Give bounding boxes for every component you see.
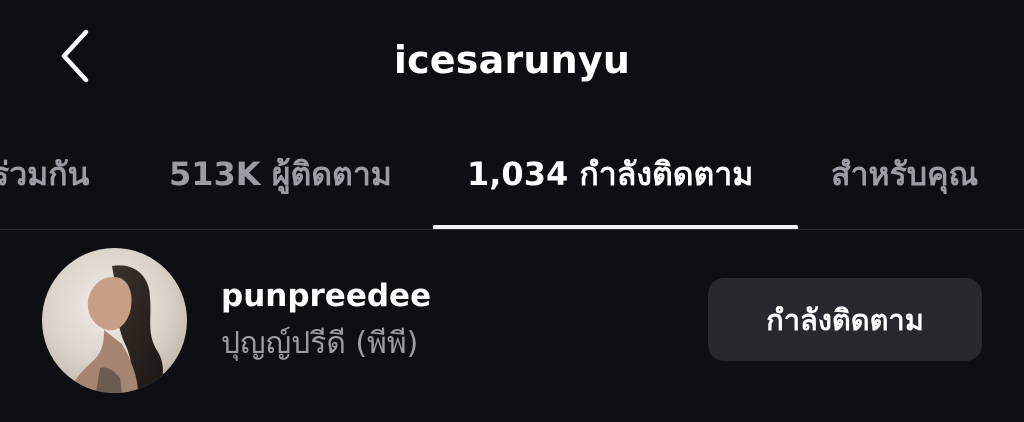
following-screen: icesarunyu ร่วมกัน 513K ผู้ติดตาม 1,034 … bbox=[0, 0, 1024, 422]
avatar[interactable] bbox=[42, 248, 187, 393]
tab-divider bbox=[0, 229, 1024, 230]
page-title: icesarunyu bbox=[393, 38, 631, 82]
tab-bar: ร่วมกัน 513K ผู้ติดตาม 1,034 กำลังติดตาม… bbox=[0, 120, 1024, 230]
tab-mutual[interactable]: ร่วมกัน bbox=[0, 152, 90, 196]
tab-followers[interactable]: 513K ผู้ติดตาม bbox=[169, 152, 392, 196]
profile-photo bbox=[42, 248, 187, 393]
tab-for-you[interactable]: สำหรับคุณ bbox=[831, 152, 978, 196]
following-button[interactable]: กำลังติดตาม bbox=[708, 278, 982, 361]
full-name: ปุญญ์ปรีดี (พีพี) bbox=[221, 326, 419, 361]
list-item: punpreedee ปุญญ์ปรีดี (พีพี) กำลังติดตาม bbox=[0, 232, 1024, 422]
username[interactable]: punpreedee bbox=[221, 276, 431, 316]
tab-following[interactable]: 1,034 กำลังติดตาม bbox=[467, 152, 753, 196]
header: icesarunyu bbox=[0, 0, 1024, 120]
